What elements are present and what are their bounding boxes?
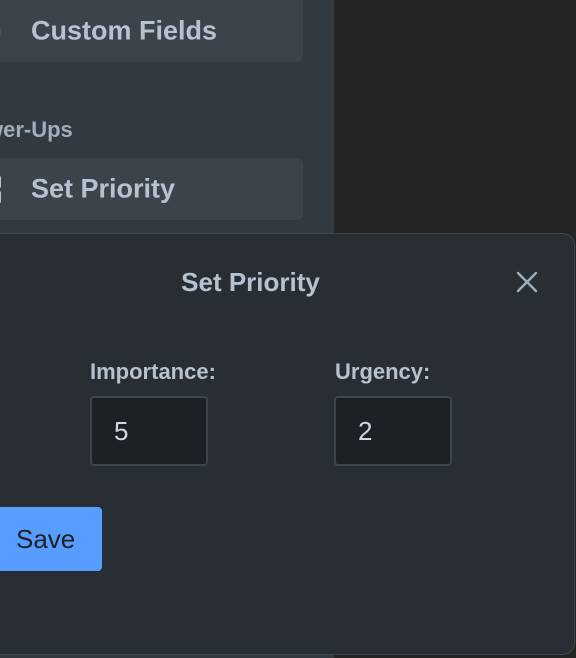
importance-label: Importance: bbox=[90, 359, 216, 384]
power-up-grid-icon bbox=[0, 158, 18, 220]
custom-fields-icon bbox=[0, 0, 18, 62]
set-priority-button[interactable]: Set Priority bbox=[0, 158, 303, 220]
urgency-input[interactable] bbox=[334, 396, 452, 466]
power-ups-heading: wer-Ups bbox=[0, 117, 73, 142]
urgency-label: Urgency: bbox=[335, 359, 431, 384]
importance-input[interactable] bbox=[90, 396, 208, 466]
close-button[interactable] bbox=[514, 269, 540, 295]
popover-title: Set Priority bbox=[181, 267, 320, 297]
save-button[interactable]: Save bbox=[0, 507, 102, 571]
set-priority-popover: Set Priority Importance: Urgency: Save bbox=[0, 233, 575, 655]
custom-fields-button[interactable]: Custom Fields bbox=[0, 0, 303, 62]
close-icon bbox=[514, 271, 540, 299]
set-priority-label: Set Priority bbox=[31, 173, 176, 204]
screen: Custom Fields wer-Ups Set Priority Set P… bbox=[0, 0, 576, 658]
popover-title-wrap: Set Priority bbox=[0, 267, 574, 298]
custom-fields-label: Custom Fields bbox=[31, 15, 218, 46]
